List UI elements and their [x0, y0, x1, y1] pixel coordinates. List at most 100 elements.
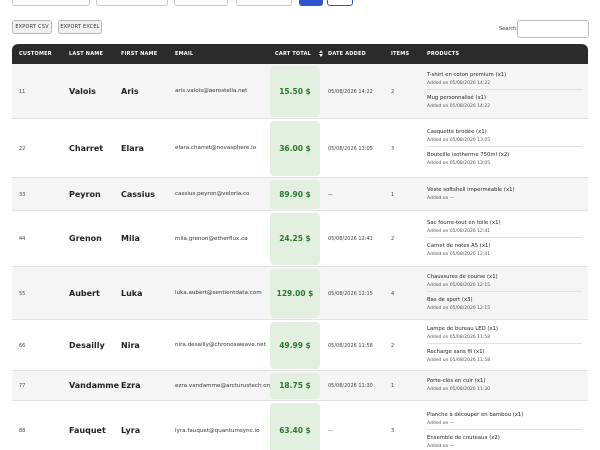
cart-total-badge: 15.50 $ [270, 66, 320, 117]
cart-total-badge: 129.00 $ [270, 269, 320, 318]
product-name: Porte-clés en cuir (x1) [427, 378, 486, 384]
cart-total-value: 15.50 $ [279, 86, 311, 96]
cart-total-badge: 24.25 $ [270, 213, 320, 265]
table-row[interactable]: 33 Peyron Cassius cassius.peyron@veloria.co… [12, 178, 588, 211]
first-name-cell: Luka [121, 288, 143, 298]
items-count-cell: 4 [391, 290, 395, 297]
export-excel-button[interactable]: EXPORT EXCEL [58, 20, 102, 34]
date-added-cell: 05/08/2026 14:22 [328, 88, 373, 95]
carts-table: CUSTOMER LAST NAME FIRST NAME EMAIL CART… [12, 44, 588, 450]
table-row[interactable]: 55 Aubert Luka luka.aubert@sentientdata.com… [12, 267, 588, 320]
table-row[interactable]: 22 Charret Elara elara.charret@novasphere.i… [12, 119, 588, 178]
filter-field-1[interactable] [12, 0, 90, 6]
product-name: Veste softshell imperméable (x1) [427, 186, 515, 193]
col-email[interactable]: EMAIL [175, 51, 193, 57]
product-name: Casquette brodée (x1) [427, 129, 487, 135]
last-name-cell: Peyron [69, 189, 101, 199]
customer-id-cell: 66 [19, 342, 26, 349]
product-added-date: Added on — [427, 443, 455, 449]
col-first-name[interactable]: FIRST NAME [121, 51, 157, 57]
product-divider [427, 428, 582, 430]
product-added-date: Added on 05/08/2026 12:15 [427, 306, 491, 311]
product-name: Planche à découper en bambou (x1) [427, 411, 524, 418]
product-name: Carnet de notes A5 (x1) [427, 242, 491, 249]
product-divider [427, 236, 582, 238]
email-cell[interactable]: luka.aubert@sentientdata.com [175, 290, 262, 296]
col-date-added[interactable]: DATE ADDED [328, 51, 366, 57]
table-header: CUSTOMER LAST NAME FIRST NAME EMAIL CART… [12, 44, 588, 64]
col-customer[interactable]: CUSTOMER [19, 51, 52, 57]
email-cell[interactable]: lyra.fauquet@quantumsync.io [175, 428, 260, 434]
customer-id-cell: 33 [19, 191, 26, 198]
first-name-cell: Ezra [121, 381, 141, 391]
items-count-cell: 1 [391, 191, 395, 198]
filter-field-2[interactable] [96, 0, 168, 6]
product-divider [427, 89, 582, 90]
cart-total-value: 24.25 $ [279, 234, 311, 243]
first-name-cell: Nira [121, 340, 140, 350]
date-added-cell: 05/08/2026 11:58 [328, 342, 373, 349]
cart-total-badge: 36.00 $ [270, 121, 320, 176]
product-added-date: Added on 05/08/2026 11:58 [427, 358, 491, 363]
product-divider [427, 146, 582, 147]
sort-desc-icon[interactable] [318, 50, 326, 58]
customer-id-cell: 77 [19, 383, 26, 389]
email-cell[interactable]: cassius.peyron@veloria.co [175, 191, 249, 197]
email-cell[interactable]: aris.valois@aerostella.net [175, 88, 247, 94]
col-items[interactable]: ITEMS [391, 51, 409, 57]
product-added-date: Added on 05/08/2026 14:22 [427, 81, 491, 86]
table-row[interactable]: 44 Grenon Mila mila.grenon@etherflux.ca 05/0… [12, 211, 588, 267]
filter-reset-button[interactable] [327, 0, 353, 6]
product-added-date: Added on — [427, 195, 455, 201]
table-row[interactable]: 77 Vandamme Ezra ezra.vandamme@arcturustech… [12, 371, 588, 401]
product-name: Mug personnalisé (x1) [427, 95, 487, 101]
date-added-cell: 05/08/2026 12:41 [328, 236, 373, 242]
customer-id-cell: 88 [19, 428, 26, 434]
table-toolbar: EXPORT CSV EXPORT EXCEL Search: [12, 20, 589, 40]
col-last-name[interactable]: LAST NAME [69, 51, 103, 57]
product-name: Sac fourre-tout en toile (x1) [427, 219, 501, 226]
cart-total-value: 89.90 $ [279, 189, 311, 199]
email-cell[interactable]: nira.desailly@chronosweave.net [175, 342, 266, 348]
email-cell[interactable]: ezra.vandamme@arcturustech.org [175, 383, 272, 389]
filter-dropdown-2[interactable] [236, 0, 292, 6]
table-row[interactable]: 66 Desailly Nira nira.desailly@chronosweave… [12, 320, 588, 371]
product-added-date: Added on 05/08/2026 11:30 [427, 387, 491, 392]
last-name-cell: Charret [69, 143, 104, 153]
first-name-cell: Lyra [121, 426, 141, 436]
customer-id-cell: 11 [19, 88, 26, 95]
product-added-date: Added on 05/08/2026 12:41 [427, 251, 491, 257]
export-csv-button[interactable]: EXPORT CSV [12, 20, 52, 34]
filter-dropdown-1[interactable] [174, 0, 228, 6]
cart-total-badge: 63.40 $ [270, 403, 320, 450]
product-name: Bouteille isotherme 750ml (x2) [427, 152, 510, 158]
date-added-cell: 05/08/2026 13:05 [328, 145, 373, 152]
first-name-cell: Elara [121, 143, 144, 153]
product-name: Recharge sans fil (x1) [427, 349, 485, 355]
customer-id-cell: 55 [19, 290, 26, 297]
items-count-cell: 2 [391, 342, 395, 349]
table-row[interactable]: 88 Fauquet Lyra lyra.fauquet@quantumsync.io… [12, 401, 588, 450]
items-count-cell: 2 [391, 88, 395, 95]
product-added-date: Added on 05/08/2026 13:05 [427, 161, 491, 166]
items-count-cell: 3 [391, 145, 395, 152]
filter-bar [12, 0, 600, 6]
email-cell[interactable]: mila.grenon@etherflux.ca [175, 236, 248, 242]
last-name-cell: Vandamme [69, 381, 120, 391]
email-cell[interactable]: elara.charret@novasphere.io [175, 145, 256, 151]
product-name: Ensemble de couteaux (x2) [427, 434, 500, 441]
filter-apply-button[interactable] [299, 0, 323, 6]
product-added-date: Added on — [427, 420, 455, 426]
col-products[interactable]: PRODUCTS [427, 51, 459, 57]
first-name-cell: Aris [121, 86, 139, 96]
product-added-date: Added on 05/08/2026 11:58 [427, 335, 491, 340]
product-name: T-shirt en coton premium (x1) [427, 72, 507, 78]
table-row[interactable]: 11 Valois Aris aris.valois@aerostella.net 05… [12, 64, 588, 119]
col-cart-total[interactable]: CART TOTAL [275, 51, 311, 57]
customer-id-cell: 22 [19, 145, 26, 152]
product-name: Chaussures de course (x1) [427, 274, 498, 280]
first-name-cell: Cassius [121, 189, 155, 199]
cart-total-badge: 18.75 $ [270, 373, 320, 399]
product-name: Bas de sport (x3) [427, 297, 473, 303]
search-input[interactable] [517, 20, 589, 38]
